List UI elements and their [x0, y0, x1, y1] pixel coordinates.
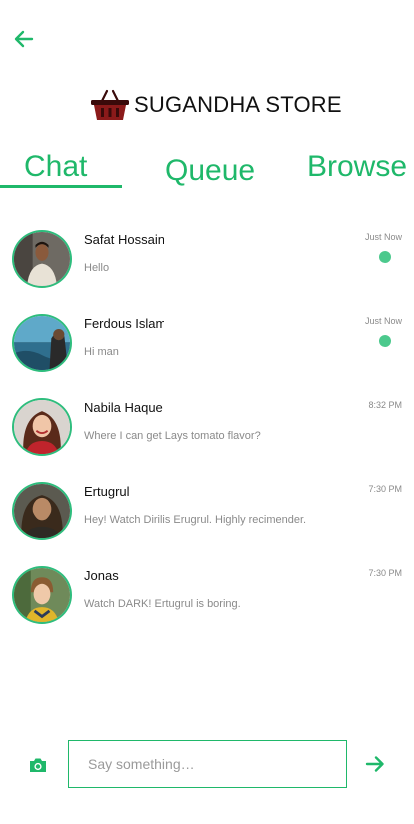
message-preview: Hi man — [84, 346, 119, 358]
arrow-left-icon — [14, 30, 34, 48]
brand-header: SUGANDHA STORE — [90, 88, 342, 122]
contact-name: Nabila Haque — [84, 400, 163, 415]
chat-item-safat-hossain[interactable]: Safat Hossain Hello Just Now — [0, 220, 414, 292]
tab-chat[interactable]: Chat — [24, 150, 87, 184]
message-preview: Where I can get Lays tomato flavor? — [84, 430, 261, 442]
chat-item-jonas[interactable]: Jonas Watch DARK! Ertugrul is boring. 7:… — [0, 556, 414, 628]
arrow-right-icon — [365, 756, 384, 772]
avatar — [12, 566, 72, 624]
message-preview: Watch DARK! Ertugrul is boring. — [84, 598, 241, 610]
unread-indicator — [379, 251, 391, 263]
contact-name: Safat Hossain — [84, 232, 164, 247]
avatar — [12, 482, 72, 540]
active-tab-indicator — [0, 185, 122, 188]
message-time: 7:30 PM — [368, 568, 402, 578]
message-input[interactable] — [68, 740, 347, 788]
avatar — [12, 398, 72, 456]
message-time: Just Now — [364, 316, 402, 326]
message-composer — [0, 740, 414, 788]
contact-name: Ertugrul — [84, 484, 130, 499]
shopping-basket-icon — [91, 89, 129, 120]
avatar — [12, 314, 72, 372]
message-preview: Hey! Watch Dirilis Erugrul. Highly recim… — [84, 514, 307, 526]
send-button[interactable] — [364, 753, 386, 775]
camera-button[interactable] — [28, 756, 48, 774]
message-time: Just Now — [364, 232, 402, 242]
contact-name: Ferdous Islam — [84, 316, 164, 331]
back-button[interactable] — [12, 27, 36, 51]
chat-item-ertugrul[interactable]: Ertugrul Hey! Watch Dirilis Erugrul. Hig… — [0, 472, 414, 544]
avatar — [12, 230, 72, 288]
message-time: 7:30 PM — [368, 484, 402, 494]
message-preview: Hello — [84, 262, 110, 274]
chat-item-nabila-haque[interactable]: Nabila Haque Where I can get Lays tomato… — [0, 388, 414, 460]
message-time: 8:32 PM — [368, 400, 402, 410]
unread-indicator — [379, 335, 391, 347]
tab-bar: Chat Queue Browse — [0, 148, 414, 192]
tab-queue[interactable]: Queue — [165, 154, 255, 188]
chat-item-ferdous-islam[interactable]: Ferdous Islam Hi man Just Now — [0, 304, 414, 376]
contact-name: Jonas — [84, 568, 119, 583]
store-name: SUGANDHA STORE — [134, 92, 342, 117]
tab-browse[interactable]: Browse — [307, 150, 407, 184]
camera-icon — [30, 758, 46, 772]
